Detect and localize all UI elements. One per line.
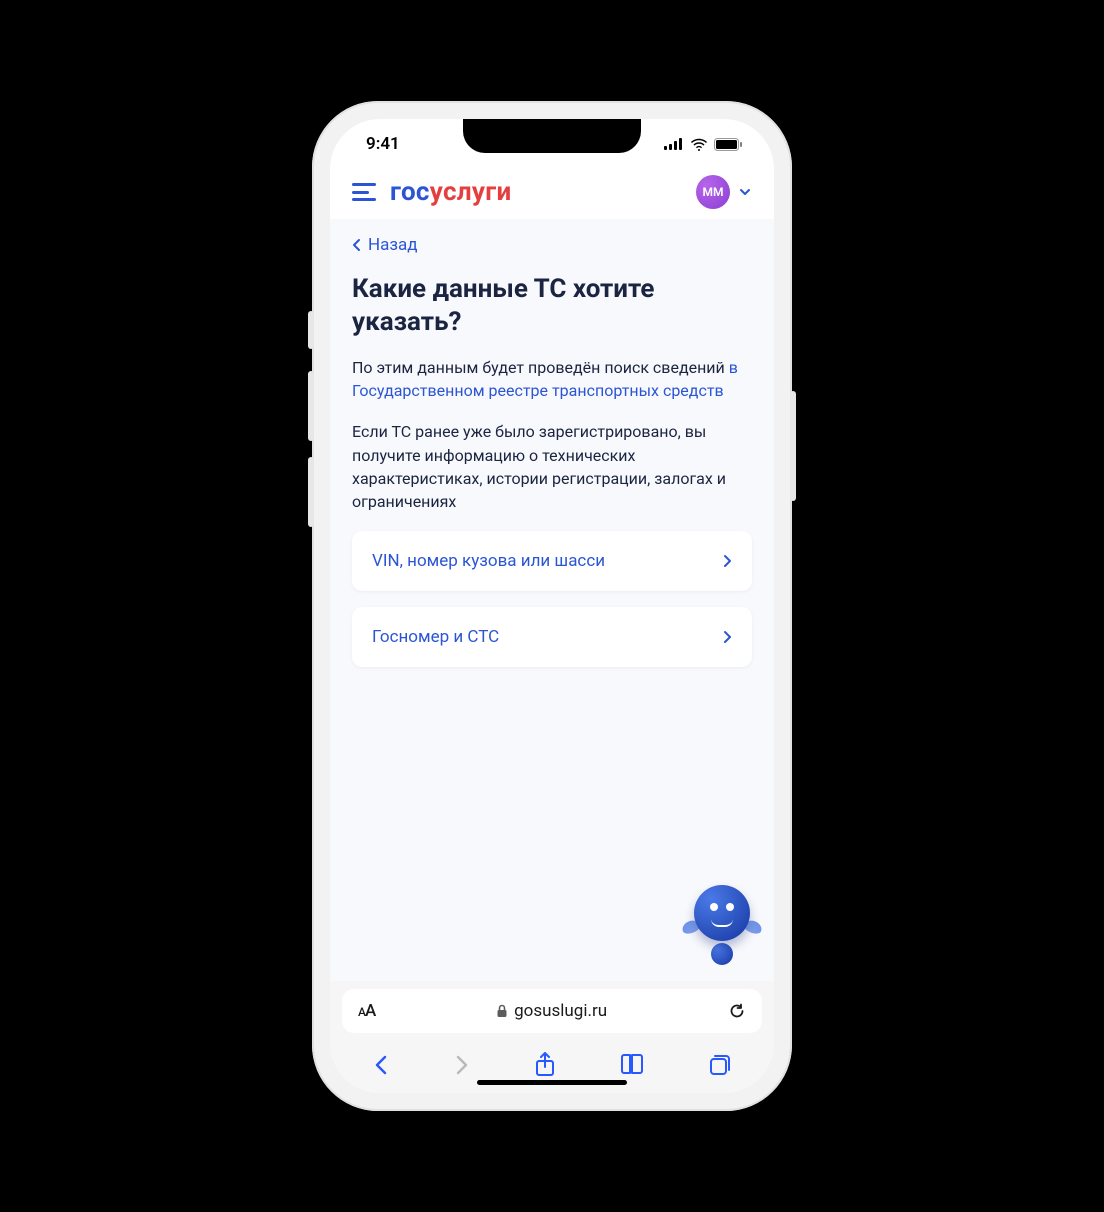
text-size-button[interactable]: AA: [358, 1001, 375, 1021]
chevron-left-icon: [352, 238, 362, 252]
nav-back-icon[interactable]: [372, 1053, 390, 1077]
page-title: Какие данные ТС хотите указать?: [352, 273, 752, 338]
avatar[interactable]: ММ: [696, 175, 730, 209]
side-button-volume-down: [308, 457, 314, 527]
browser-address-bar: AA gosuslugi.ru: [330, 981, 774, 1041]
wifi-icon: [690, 138, 708, 151]
option-plate-sts[interactable]: Госномер и СТС: [352, 607, 752, 667]
cellular-icon: [664, 138, 684, 150]
tabs-icon[interactable]: [708, 1053, 732, 1077]
desc1-text: По этим данным будет проведён поиск свед…: [352, 358, 729, 377]
assistant-bot[interactable]: [694, 885, 750, 965]
menu-icon[interactable]: [352, 183, 376, 201]
logo-part2: услуги: [430, 177, 512, 207]
url-field[interactable]: AA gosuslugi.ru: [342, 989, 762, 1033]
status-icons: [664, 138, 742, 151]
back-link[interactable]: Назад: [352, 235, 752, 255]
reload-icon[interactable]: [728, 1002, 746, 1020]
option-label: Госномер и СТС: [372, 627, 499, 647]
phone-frame: 9:41 госуслуги ММ Наз: [312, 101, 792, 1111]
screen: 9:41 госуслуги ММ Наз: [330, 119, 774, 1093]
url-domain: gosuslugi.ru: [514, 1001, 607, 1021]
home-indicator[interactable]: [477, 1080, 627, 1085]
side-button-power: [790, 391, 796, 501]
logo-part1: гос: [390, 177, 430, 207]
notch: [463, 119, 641, 153]
browser-toolbar: [330, 1041, 774, 1093]
back-label: Назад: [368, 235, 418, 255]
chevron-right-icon: [722, 554, 732, 568]
chevron-down-icon[interactable]: [738, 185, 752, 199]
app-header: госуслуги ММ: [330, 169, 774, 219]
lock-icon: [496, 1004, 508, 1018]
description-2: Если ТС ранее уже было зарегистрировано,…: [352, 420, 752, 513]
avatar-initials: ММ: [703, 185, 724, 199]
status-time: 9:41: [366, 134, 400, 154]
page-content: Назад Какие данные ТС хотите указать? По…: [330, 219, 774, 981]
battery-icon: [714, 138, 742, 151]
option-vin[interactable]: VIN, номер кузова или шасси: [352, 531, 752, 591]
bookmarks-icon[interactable]: [619, 1054, 645, 1076]
chevron-right-icon: [722, 630, 732, 644]
logo[interactable]: госуслуги: [390, 177, 512, 207]
side-button-volume-up: [308, 371, 314, 441]
side-button-mute: [308, 311, 314, 349]
description-1: По этим данным будет проведён поиск свед…: [352, 356, 752, 402]
nav-forward-icon: [453, 1053, 471, 1077]
option-label: VIN, номер кузова или шасси: [372, 551, 605, 571]
share-icon[interactable]: [534, 1052, 556, 1078]
